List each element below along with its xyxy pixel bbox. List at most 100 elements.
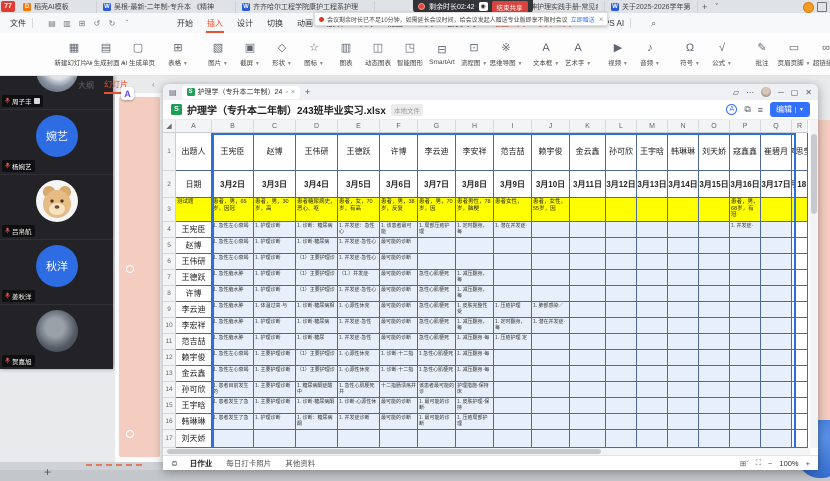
column-header-I[interactable]: I <box>494 120 532 133</box>
cell-N4[interactable] <box>668 222 699 238</box>
ribbon-button-艺术字[interactable]: A艺术字 ▼ <box>565 41 591 67</box>
cell-Q6[interactable] <box>761 254 792 270</box>
column-header-A[interactable]: A <box>176 120 212 133</box>
cell-E12[interactable]: 1. 心源性休克 <box>338 350 380 366</box>
cell-F10[interactable]: 最可能的诊断 <box>380 318 418 334</box>
cell-B5[interactable]: 1. 急性左心衰竭 <box>212 238 254 254</box>
cell-I16[interactable] <box>494 414 532 430</box>
cell-K6[interactable] <box>570 254 606 270</box>
cell-N5[interactable] <box>668 238 699 254</box>
row-header-5[interactable]: 5 <box>163 238 176 254</box>
cell-N6[interactable] <box>668 254 699 270</box>
cell-F1[interactable]: 许博 <box>380 133 418 171</box>
cell-D16[interactable]: 1. 诊断：糖尿病酮 <box>296 414 338 430</box>
cell-C2[interactable]: 3月3日 <box>254 171 296 198</box>
cell-C17[interactable] <box>254 430 296 448</box>
cell-L8[interactable] <box>606 286 637 302</box>
column-header-J[interactable]: J <box>532 120 570 133</box>
cell-M6[interactable] <box>637 254 668 270</box>
sheet-tab-日作业[interactable]: 日作业 <box>188 456 215 471</box>
cell-K13[interactable] <box>570 366 606 382</box>
cell-R4[interactable] <box>792 222 808 238</box>
cell-J6[interactable] <box>532 254 570 270</box>
cell-K1[interactable]: 金云鑫 <box>570 133 606 171</box>
cell-I10[interactable]: 1. 定时翻身，每 <box>494 318 532 334</box>
column-header-O[interactable]: O <box>699 120 730 133</box>
cell-E2[interactable]: 3月5日 <box>338 171 380 198</box>
cell-M12[interactable] <box>637 350 668 366</box>
close-icon[interactable]: ✕ <box>805 88 812 97</box>
cell-O3[interactable] <box>699 198 730 222</box>
cell-E9[interactable]: 1. 心源性休克 <box>338 302 380 318</box>
row-header-7[interactable]: 7 <box>163 270 176 286</box>
participant-tile[interactable]: 吕帛航 <box>0 174 113 239</box>
cell-I8[interactable] <box>494 286 532 302</box>
cell-F12[interactable]: 1. 诊断·十二指 <box>380 350 418 366</box>
cell-H9[interactable]: 1. 皮肤完整性受 <box>456 302 494 318</box>
cell-A7[interactable]: 王德跃 <box>176 270 212 286</box>
cell-A3[interactable]: 测试题 <box>176 198 212 222</box>
cell-H16[interactable]: 1. 压疮局部护理 <box>456 414 494 430</box>
row-header-14[interactable]: 14 <box>163 382 176 398</box>
grid-view-icon[interactable]: ⊞ˇ <box>740 459 749 468</box>
cell-M10[interactable] <box>637 318 668 334</box>
cell-P13[interactable] <box>730 366 761 382</box>
cell-D4[interactable]: 1. 诊断：糖尿病 <box>296 222 338 238</box>
cell-J2[interactable]: 3月10日 <box>532 171 570 198</box>
cell-R7[interactable] <box>792 270 808 286</box>
cell-H8[interactable]: 1. 减压翻身，每 <box>456 286 494 302</box>
cell-O13[interactable] <box>699 366 730 382</box>
cell-F15[interactable]: 最可能的诊断 <box>380 398 418 414</box>
browser-tab[interactable]: W吴根-最新-二年制-专升本 《精神 <box>97 1 236 13</box>
participant-tile[interactable]: 婉艺杨婉艺 <box>0 109 113 174</box>
ribbon-button-符号[interactable]: Ω符号 ▼ <box>677 41 703 67</box>
panel-collapse-icon[interactable]: ‹ <box>152 80 155 89</box>
cell-B8[interactable]: 1. 急性脑水肿 <box>212 286 254 302</box>
cell-I13[interactable] <box>494 366 532 382</box>
participant-tile[interactable]: 贺嘉旭 <box>0 304 113 369</box>
cell-O7[interactable] <box>699 270 730 286</box>
new-document-tab-button[interactable]: + <box>305 87 310 97</box>
cell-P2[interactable]: 3月16日 <box>730 171 761 198</box>
cell-J7[interactable] <box>532 270 570 286</box>
cell-I9[interactable]: 1. 压疮护理 <box>494 302 532 318</box>
cell-N14[interactable] <box>668 382 699 398</box>
row-header-10[interactable]: 10 <box>163 318 176 334</box>
cell-M16[interactable] <box>637 414 668 430</box>
cell-R9[interactable] <box>792 302 808 318</box>
cell-K16[interactable] <box>570 414 606 430</box>
cell-H1[interactable]: 李安祥 <box>456 133 494 171</box>
cell-R5[interactable] <box>792 238 808 254</box>
folder-icon[interactable]: ▱ <box>733 88 739 97</box>
cell-C4[interactable]: 1. 护理诊断 <box>254 222 296 238</box>
cell-I6[interactable] <box>494 254 532 270</box>
cell-J4[interactable] <box>532 222 570 238</box>
cell-Q13[interactable] <box>761 366 792 382</box>
horizontal-scrollbar[interactable] <box>163 448 810 455</box>
cell-Q8[interactable] <box>761 286 792 302</box>
cell-N7[interactable] <box>668 270 699 286</box>
open-external-icon[interactable]: ⧉ <box>744 104 750 115</box>
cell-F4[interactable]: 1. 该患者最可能 <box>380 222 418 238</box>
cell-C8[interactable]: 1. 护理诊断 <box>254 286 296 302</box>
cell-N2[interactable]: 3月14日 <box>668 171 699 198</box>
cell-C1[interactable]: 赵博 <box>254 133 296 171</box>
cell-F3[interactable]: 患者，男，38岁，反复 <box>380 198 418 222</box>
cell-G6[interactable] <box>418 254 456 270</box>
cell-P9[interactable] <box>730 302 761 318</box>
add-slide-button[interactable]: + <box>44 465 51 479</box>
cell-L3[interactable] <box>606 198 637 222</box>
cell-E15[interactable]: 1. 诊断·心源性休 <box>338 398 380 414</box>
cell-P4[interactable]: 1. 并发症· <box>730 222 761 238</box>
cell-H2[interactable]: 3月8日 <box>456 171 494 198</box>
cell-H17[interactable] <box>456 430 494 448</box>
cell-M11[interactable] <box>637 334 668 350</box>
row-header-2[interactable]: 2 <box>163 171 176 198</box>
cell-P5[interactable] <box>730 238 761 254</box>
cell-K15[interactable] <box>570 398 606 414</box>
cell-Q17[interactable] <box>761 430 792 448</box>
ribbon-button-公式[interactable]: √公式 ▼ <box>709 41 735 67</box>
cell-I7[interactable] <box>494 270 532 286</box>
hamburger-menu-icon[interactable]: ≡ <box>758 105 763 115</box>
cell-B11[interactable]: 1. 急性脑水肿 <box>212 334 254 350</box>
